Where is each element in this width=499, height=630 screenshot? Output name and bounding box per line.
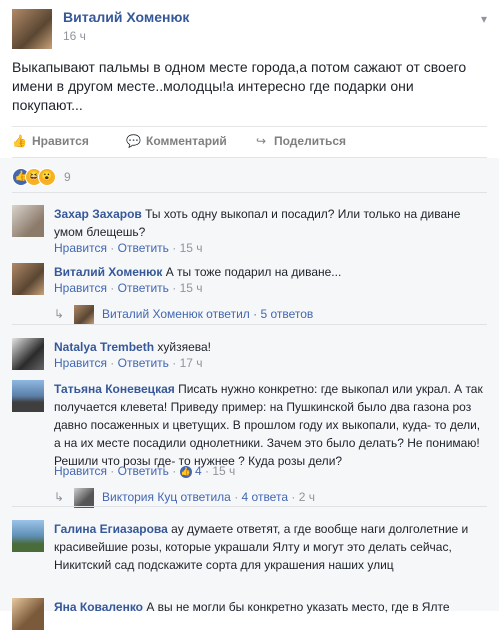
author-name[interactable]: Виталий Хоменюк [63, 9, 189, 25]
comment-time[interactable]: 15 ч [180, 281, 203, 295]
comment-body: Виталий Хоменюк А ты тоже подарил на див… [54, 263, 489, 281]
dot-separator: · [110, 356, 115, 370]
author-avatar[interactable] [12, 9, 52, 49]
replies-count: 4 ответа [241, 490, 288, 505]
dot-separator: · [172, 356, 177, 370]
thumbs-up-icon: 👍 [179, 465, 192, 478]
comment-item: Захар Захаров Ты хоть одну выкопал и пос… [12, 205, 487, 255]
comment-reply-link[interactable]: Ответить [118, 241, 169, 255]
replies-author: Виктория Куц ответила [102, 490, 231, 505]
share-button[interactable]: ↪ Поделиться [254, 134, 346, 148]
comment-meta: Нравится · Ответить · 👍 4 · 15 ч [54, 464, 235, 478]
comment-body: Татьяна Коневецкая Писать нужно конкретн… [54, 380, 489, 470]
comment-label: Комментарий [146, 134, 227, 148]
comment-icon: 💬 [126, 134, 141, 148]
comment-like-link[interactable]: Нравится [54, 241, 107, 255]
comment-meta: Нравится · Ответить · 15 ч [54, 241, 203, 255]
comment-author[interactable]: Яна Коваленко [54, 600, 143, 614]
divider [12, 506, 487, 507]
comment-body: Natalya Trembeth хуйзяева! [54, 338, 489, 356]
like-button[interactable]: 👍 Нравится [12, 134, 89, 148]
dot-separator: · [234, 490, 239, 505]
dot-separator: · [205, 464, 209, 478]
avatar[interactable] [12, 380, 44, 412]
share-label: Поделиться [274, 134, 347, 148]
like-label: Нравится [32, 134, 89, 148]
replies-summary: Виталий Хоменюк ответил · 5 ответов [102, 307, 314, 322]
comment-text: А ты тоже подарил на диване... [165, 265, 342, 279]
avatar[interactable] [12, 338, 44, 370]
avatar[interactable] [12, 205, 44, 237]
comment-reply-link[interactable]: Ответить [118, 281, 169, 295]
dot-separator: · [291, 490, 296, 505]
comment-reply-link[interactable]: Ответить [118, 356, 169, 370]
replies-time: 2 ч [298, 490, 315, 505]
comment-body: Захар Захаров Ты хоть одну выкопал и пос… [54, 205, 489, 241]
comment-author[interactable]: Захар Захаров [54, 207, 142, 221]
comment-text: хуйзяева! [157, 340, 212, 354]
comment-text: А вы не могли бы конкретно указать место… [146, 600, 450, 614]
reaction-count[interactable]: 9 [64, 170, 71, 184]
comment-item: Яна Коваленко А вы не могли бы конкретно… [12, 598, 489, 630]
chevron-down-icon[interactable]: ▾ [481, 12, 491, 26]
comment-time[interactable]: 15 ч [180, 241, 203, 255]
dot-separator: · [110, 464, 115, 478]
post-text: Выкапывают пальмы в одном месте города,а… [12, 59, 467, 113]
dot-separator: · [172, 281, 177, 295]
comment-time[interactable]: 15 ч [212, 464, 235, 478]
comment-like-link[interactable]: Нравится [54, 464, 107, 478]
comment-reply-link[interactable]: Ответить [118, 464, 169, 478]
avatar [74, 488, 94, 508]
thumbs-up-icon: 👍 [12, 134, 27, 148]
share-icon: ↪ [255, 134, 267, 148]
reply-arrow-icon: ↳ [54, 307, 65, 322]
avatar[interactable] [12, 520, 44, 552]
dot-separator: · [172, 241, 177, 255]
comment-button[interactable]: 💬 Комментарий [126, 134, 227, 148]
wow-reaction-icon: 😮 [38, 168, 56, 186]
comment-author[interactable]: Виталий Хоменюк [54, 265, 162, 279]
dot-separator: · [110, 241, 115, 255]
comment-like-link[interactable]: Нравится [54, 281, 107, 295]
comment-author[interactable]: Татьяна Коневецкая [54, 382, 175, 396]
divider [12, 324, 487, 325]
post-timestamp[interactable]: 16 ч [63, 29, 86, 43]
comment-meta: Нравится · Ответить · 17 ч [54, 356, 203, 370]
view-replies-link[interactable]: ↳ Виктория Куц ответила · 4 ответа · 2 ч [54, 488, 315, 508]
avatar[interactable] [12, 598, 44, 630]
comment-item: Татьяна Коневецкая Писать нужно конкретн… [12, 380, 487, 510]
comment-item: Галина Егиазарова ау думаете ответят, а … [12, 520, 487, 580]
comment-body: Яна Коваленко А вы не могли бы конкретно… [54, 598, 489, 616]
comment-time[interactable]: 17 ч [180, 356, 203, 370]
comment-author[interactable]: Галина Егиазарова [54, 522, 168, 536]
dot-separator: · [172, 464, 177, 478]
comment-author[interactable]: Natalya Trembeth [54, 340, 154, 354]
view-replies-link[interactable]: ↳ Виталий Хоменюк ответил · 5 ответов [54, 305, 313, 325]
post-action-bar: 👍 Нравится 💬 Комментарий ↪ Поделиться [12, 126, 487, 158]
avatar[interactable] [12, 263, 44, 295]
comment-meta: Нравится · Ответить · 15 ч [54, 281, 203, 295]
comment-item: Natalya Trembeth хуйзяева! Нравится · От… [12, 338, 487, 378]
comment-like-count[interactable]: 4 [195, 464, 202, 478]
dot-separator: · [110, 281, 115, 295]
divider [12, 192, 487, 193]
comments-section: 👍 😆 😮 9 Захар Захаров Ты хоть одну выкоп… [0, 158, 499, 630]
comment-body: Галина Егиазарова ау думаете ответят, а … [54, 520, 489, 574]
reply-arrow-icon: ↳ [54, 490, 65, 505]
comment-like-link[interactable]: Нравится [54, 356, 107, 370]
avatar [74, 305, 94, 325]
